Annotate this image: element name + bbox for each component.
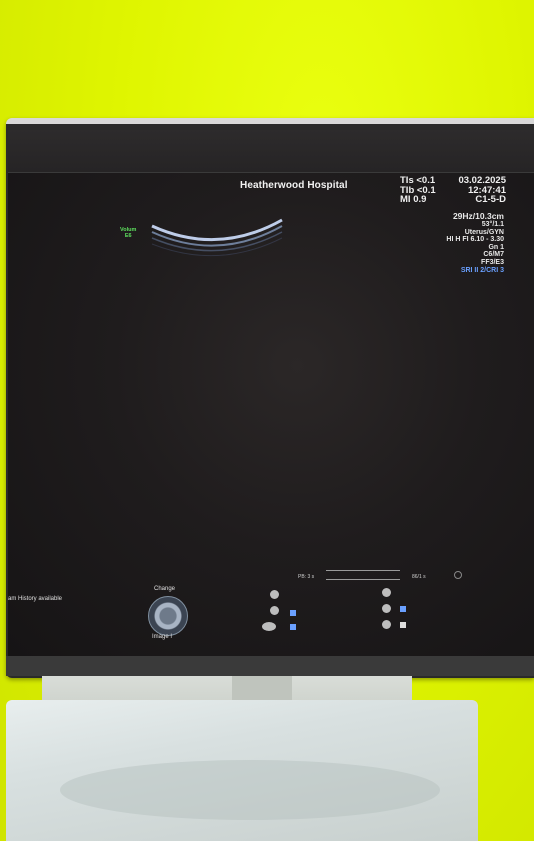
imaging-settings: 29Hz/10.3cm 53°/1.1 Uterus/GYN HI H FI 6…: [446, 212, 504, 274]
change-image-knob[interactable]: [148, 596, 188, 636]
frame-rate: 29Hz/10.3cm: [452, 211, 504, 221]
soft-key-indicator-icon: [400, 606, 406, 612]
sri: SRI II 2/CRI 3: [460, 266, 504, 274]
exam-history-text: am History available: [8, 596, 63, 602]
soft-key-icon[interactable]: [262, 622, 276, 631]
monitor-bottom-bezel: [6, 656, 534, 676]
volume-value: E6: [124, 233, 132, 239]
screen-overlay: Heatherwood Hospital TIs <0.1 TIb <0.1 M…: [8, 172, 534, 656]
preset: Uterus/GYN: [464, 228, 504, 236]
probe-value: C1-5-D: [475, 194, 506, 205]
knob-label-image: Image I: [152, 634, 173, 640]
screen-top-strip: [8, 130, 534, 172]
slider-right-label: 86/1 s: [412, 574, 426, 580]
ultrasound-image-arc: [151, 218, 283, 257]
slider-left-label: PB: 3 s: [298, 574, 315, 580]
angle: 53°/1.1: [481, 221, 504, 228]
soft-key-icon[interactable]: [270, 590, 279, 599]
soft-key-icon[interactable]: [382, 604, 391, 613]
soft-key-indicator-icon: [290, 624, 296, 630]
soft-key-indicator-icon: [290, 610, 296, 616]
cine-slider[interactable]: [326, 570, 400, 580]
volume-indicator: Volum E6: [120, 227, 136, 239]
slider-marker-icon: [454, 571, 462, 579]
cart-shadow: [60, 760, 440, 820]
date-time: 03.02.2025 12:47:41 C1-5-D: [458, 176, 506, 205]
gain: Gn 1: [488, 243, 504, 251]
ff: FF3/E3: [481, 258, 504, 266]
soft-key-icon[interactable]: [382, 620, 391, 629]
knob-label-change: Change: [154, 586, 176, 592]
mi-value: MI 0.9: [400, 194, 427, 205]
header-line: [8, 172, 534, 173]
soft-key-icon[interactable]: [382, 588, 391, 597]
hospital-name: Heatherwood Hospital: [240, 180, 348, 191]
acoustic-params: TIs <0.1 TIb <0.1 MI 0.9: [400, 176, 436, 205]
harmonic: HI H FI 6.10 - 3.30: [446, 236, 504, 244]
map: C6/M7: [483, 251, 504, 259]
soft-key-icon[interactable]: [270, 606, 279, 615]
soft-key-indicator-icon: [400, 622, 406, 628]
